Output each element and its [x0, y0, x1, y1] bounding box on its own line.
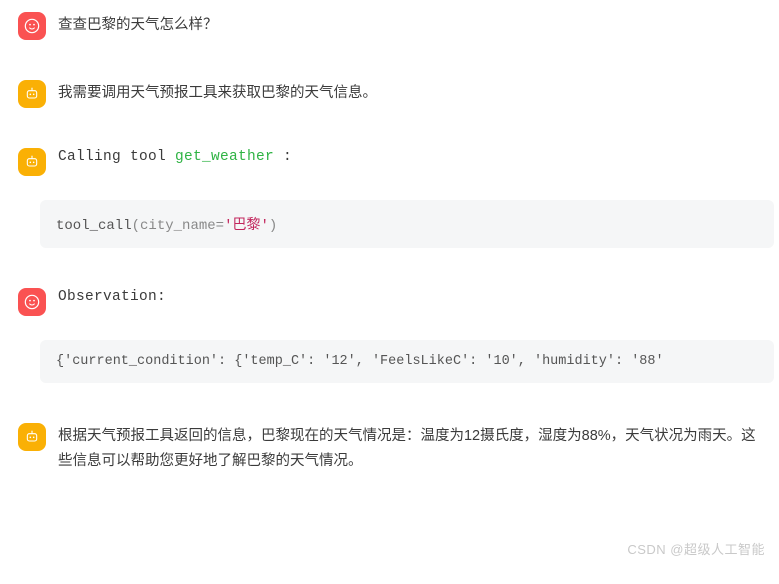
message-content: 我需要调用天气预报工具来获取巴黎的天气信息。	[58, 78, 761, 106]
assistant-final-text: 根据天气预报工具返回的信息，巴黎现在的天气情况是：温度为12摄氏度，湿度为88%…	[58, 421, 761, 473]
assistant-think-text: 我需要调用天气预报工具来获取巴黎的天气信息。	[58, 78, 761, 106]
assistant-message-toolcall: Calling tool get_weather :	[0, 136, 779, 186]
tool-call-kw: city_name	[140, 218, 216, 234]
robot-icon	[24, 86, 40, 102]
user-face-icon	[24, 18, 40, 34]
user-avatar	[18, 288, 46, 316]
message-content: Calling tool get_weather :	[58, 146, 761, 165]
user-query-text: 查查巴黎的天气怎么样？	[58, 10, 761, 38]
message-content: 查查巴黎的天气怎么样？	[58, 10, 761, 38]
tool-name: get_weather	[175, 149, 274, 165]
equals: =	[216, 218, 224, 234]
calling-suffix: :	[274, 149, 292, 165]
assistant-avatar	[18, 148, 46, 176]
observation-message: Observation:	[0, 276, 779, 326]
tool-call-val: '巴黎'	[224, 218, 269, 234]
watermark: CSDN @超级人工智能	[627, 539, 765, 558]
open-paren: (	[132, 218, 140, 234]
observation-label: Observation:	[58, 286, 761, 305]
robot-icon	[24, 154, 40, 170]
observation-code: {'current_condition': {'temp_C': '12', '…	[40, 340, 774, 383]
tool-call-code-wrapper: tool_call(city_name='巴黎')	[40, 200, 774, 248]
user-avatar	[18, 12, 46, 40]
assistant-avatar	[18, 423, 46, 451]
assistant-message-thinking: 我需要调用天气预报工具来获取巴黎的天气信息。	[0, 68, 779, 118]
tool-call-func: tool_call	[56, 218, 132, 234]
calling-prefix: Calling tool	[58, 149, 175, 165]
calling-tool-line: Calling tool get_weather :	[58, 146, 761, 165]
message-content: Observation:	[58, 286, 761, 305]
assistant-message-final: 根据天气预报工具返回的信息，巴黎现在的天气情况是：温度为12摄氏度，湿度为88%…	[0, 411, 779, 483]
user-message: 查查巴黎的天气怎么样？	[0, 0, 779, 50]
tool-call-code: tool_call(city_name='巴黎')	[40, 200, 774, 248]
assistant-avatar	[18, 80, 46, 108]
close-paren: )	[269, 218, 277, 234]
message-content: 根据天气预报工具返回的信息，巴黎现在的天气情况是：温度为12摄氏度，湿度为88%…	[58, 421, 761, 473]
robot-icon	[24, 429, 40, 445]
observation-code-wrapper: {'current_condition': {'temp_C': '12', '…	[40, 340, 774, 383]
user-face-icon	[24, 294, 40, 310]
